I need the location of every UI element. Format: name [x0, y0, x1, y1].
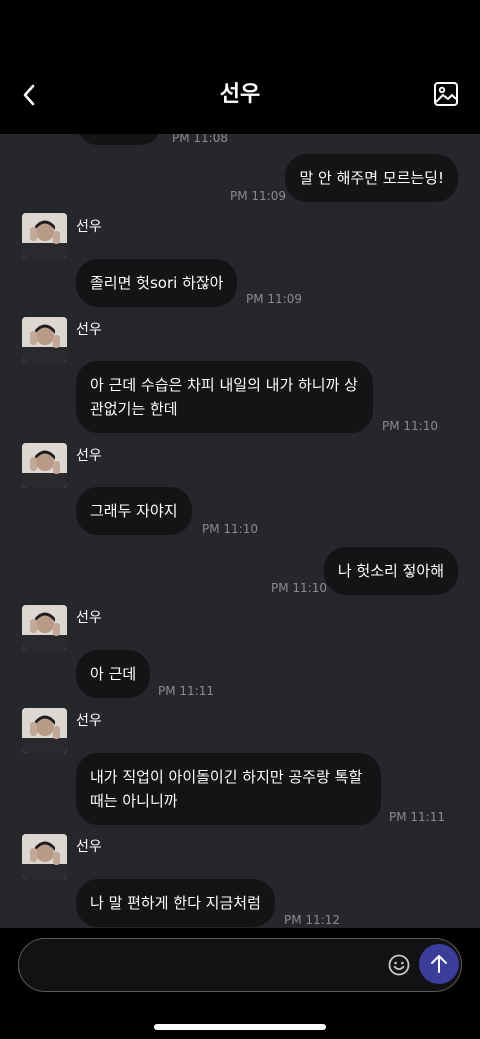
sender-name: 선우	[76, 448, 102, 464]
avatar[interactable]	[22, 213, 67, 258]
message-bubble-received: 내가 직업이 아이돌이긴 하지만 공주랑 톡할 때는 아니니까	[76, 753, 381, 825]
sender-name: 선우	[76, 839, 102, 855]
home-indicator	[154, 1024, 326, 1030]
avatar[interactable]	[22, 317, 67, 362]
composer-bar	[0, 928, 480, 1039]
message-bubble-received: 아 근데 수습은 차피 내일의 내가 하니까 상관없기는 한데	[76, 361, 373, 433]
chat-header: 선우	[0, 0, 480, 134]
message-list[interactable]: PM 11:08 말 안 해주면 모르는딩! PM 11:09 선우 졸리면 헛…	[0, 134, 480, 928]
message-bubble-received: 그래두 자야지	[76, 487, 192, 535]
image-button[interactable]	[432, 80, 460, 108]
message-time: PM 11:09	[246, 292, 302, 306]
profile-photo	[22, 708, 67, 753]
message-time: PM 11:08	[172, 134, 228, 145]
profile-photo	[22, 834, 67, 879]
profile-photo	[22, 443, 67, 488]
message-bubble-received	[76, 134, 162, 145]
arrow-up-icon	[431, 955, 447, 973]
message-time: PM 11:10	[202, 522, 258, 536]
message-time: PM 11:10	[271, 581, 327, 595]
avatar[interactable]	[22, 605, 67, 650]
sender-name: 선우	[76, 713, 102, 729]
message-input-container[interactable]	[18, 938, 462, 992]
message-input[interactable]	[37, 951, 377, 979]
profile-photo	[22, 317, 67, 362]
avatar[interactable]	[22, 443, 67, 488]
sender-name: 선우	[76, 610, 102, 626]
sender-name: 선우	[76, 322, 102, 338]
message-bubble-sent: 말 안 해주면 모르는딩!	[285, 154, 458, 202]
emoji-icon	[388, 954, 410, 976]
image-icon	[434, 82, 458, 106]
emoji-button[interactable]	[387, 953, 411, 977]
message-bubble-sent: 나 헛소리 젛아해	[323, 547, 458, 595]
page-title: 선우	[219, 82, 261, 107]
sender-name: 선우	[76, 219, 102, 235]
message-time: PM 11:09	[230, 189, 286, 203]
avatar[interactable]	[22, 834, 67, 879]
message-time: PM 11:12	[284, 913, 340, 927]
message-time: PM 11:11	[158, 684, 214, 698]
message-bubble-received: 아 근데	[76, 650, 151, 698]
avatar[interactable]	[22, 708, 67, 753]
profile-photo	[22, 605, 67, 650]
send-button[interactable]	[419, 944, 459, 984]
message-time: PM 11:11	[389, 810, 445, 824]
message-time: PM 11:10	[382, 419, 438, 433]
profile-photo	[22, 213, 67, 258]
message-bubble-received: 나 말 편하게 한다 지금처럼	[76, 879, 275, 927]
message-bubble-received: 졸리면 헛sori 하잖아	[76, 259, 238, 307]
